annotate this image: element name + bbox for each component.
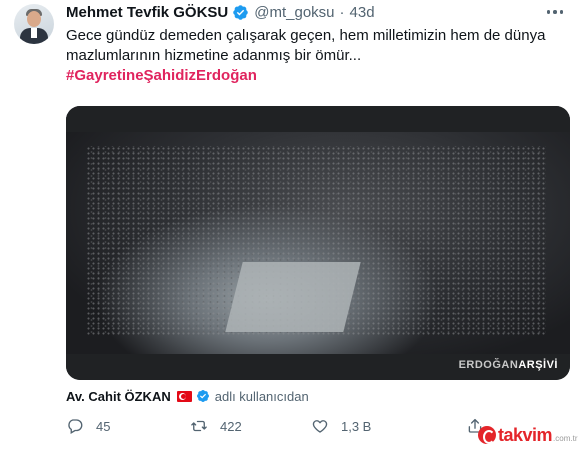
more-options-icon[interactable]: [540, 2, 570, 22]
attribution-suffix: adlı kullanıcıdan: [214, 388, 309, 404]
media-attribution: Av. Cahit ÖZKAN adlı kullanıcıdan: [66, 387, 309, 405]
site-logo: takvim .com.tr: [478, 423, 578, 447]
reply-count: 45: [96, 418, 111, 434]
site-logo-tld: .com.tr: [553, 434, 578, 443]
retweet-icon: [191, 420, 207, 432]
turkey-flag-icon: [176, 390, 192, 402]
retweet-button[interactable]: 422: [190, 416, 242, 436]
tweet-text: Gece gündüz demeden çalışarak geçen, hem…: [66, 26, 566, 66]
retweet-count: 422: [220, 418, 242, 434]
tweet-timestamp[interactable]: 43d: [350, 4, 375, 21]
reply-button[interactable]: 45: [66, 416, 110, 436]
hashtag-link[interactable]: #GayretineŞahidizErdoğan: [66, 67, 257, 84]
tweet-header: Mehmet Tevfik GÖKSU @mt_goksu · 43d: [66, 2, 375, 22]
tweet-text-line: mazlumlarının hizmetine adanmış bir ömür…: [66, 47, 362, 64]
video-watermark: ERDOĞANARŞİVİ: [458, 359, 558, 371]
site-logo-text: takvim: [498, 424, 553, 445]
verified-badge-icon: [196, 390, 209, 402]
takvim-logo-icon: [478, 426, 496, 444]
verified-badge-icon: [233, 4, 249, 20]
reply-icon: [68, 419, 83, 434]
header-separator: ·: [339, 3, 345, 21]
author-name[interactable]: Mehmet Tevfik GÖKSU: [66, 4, 228, 21]
author-avatar[interactable]: [14, 4, 54, 44]
tweet-card: Mehmet Tevfik GÖKSU @mt_goksu · 43d Gece…: [0, 0, 588, 450]
like-icon: [312, 420, 328, 433]
like-count: 1,3 B: [341, 418, 372, 434]
tweet-text-line: Gece gündüz demeden çalışarak geçen, hem…: [66, 27, 546, 44]
attribution-name[interactable]: Av. Cahit ÖZKAN: [66, 389, 171, 404]
like-button[interactable]: 1,3 B: [311, 416, 371, 436]
author-handle[interactable]: @mt_goksu: [254, 4, 334, 21]
tweet-video[interactable]: ERDOĞANARŞİVİ: [66, 106, 570, 380]
